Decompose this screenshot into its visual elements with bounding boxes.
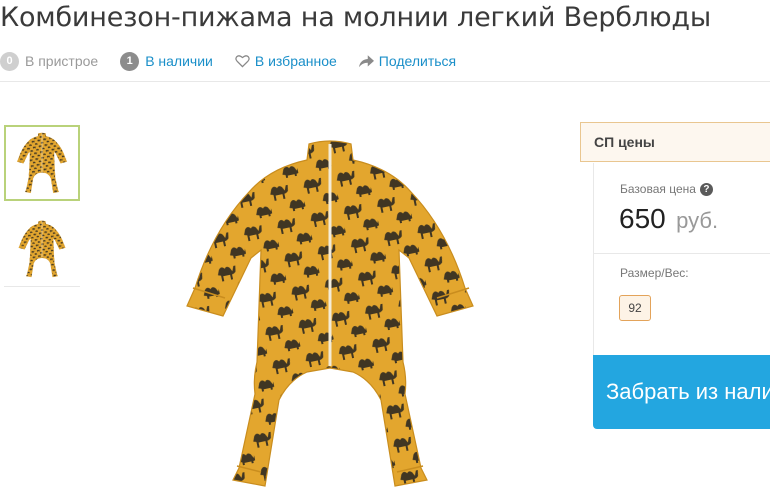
main-product-image[interactable] (185, 130, 475, 498)
compare-action[interactable]: 0 В пристрое (0, 51, 99, 71)
price-value: 650 (619, 203, 666, 234)
product-title: Комбинезон-пижама на молнии легкий Вербл… (0, 2, 711, 33)
stock-count-badge: 1 (120, 51, 140, 71)
size-label: Размер/Вес: (620, 266, 689, 280)
share-arrow-icon (358, 54, 374, 67)
compare-count-badge: 0 (0, 51, 19, 71)
product-actions: 0 В пристрое 1 В наличии В избранное Под… (0, 50, 478, 72)
thumbnail-back[interactable] (4, 211, 80, 287)
pricing-panel-header: СП цены (580, 122, 770, 162)
base-price-label-text: Базовая цена (620, 182, 696, 196)
thumbnail-front[interactable] (4, 125, 80, 201)
favorite-action[interactable]: В избранное (235, 53, 337, 69)
stock-action[interactable]: 1 В наличии (120, 51, 213, 71)
compare-label: В пристрое (25, 53, 99, 69)
header-divider (0, 81, 770, 82)
help-icon[interactable]: ? (699, 182, 713, 196)
size-option-92[interactable]: 92 (619, 295, 651, 321)
price: 650 руб. (619, 203, 718, 235)
heart-outline-icon (235, 55, 250, 68)
stock-label: В наличии (145, 53, 213, 69)
favorite-label: В избранное (254, 53, 337, 69)
thumbnail-image (16, 132, 68, 194)
price-currency: руб. (676, 208, 719, 233)
share-label: Поделиться (378, 53, 457, 69)
share-action[interactable]: Поделиться (358, 53, 457, 69)
buy-from-stock-button[interactable]: Забрать из наличия (593, 355, 770, 429)
pricing-panel: Базовая цена ? 650 руб. Размер/Вес: 92 (593, 163, 770, 355)
thumbnail-image (18, 220, 66, 277)
pricing-divider (594, 253, 770, 254)
base-price-label: Базовая цена ? (620, 182, 713, 196)
